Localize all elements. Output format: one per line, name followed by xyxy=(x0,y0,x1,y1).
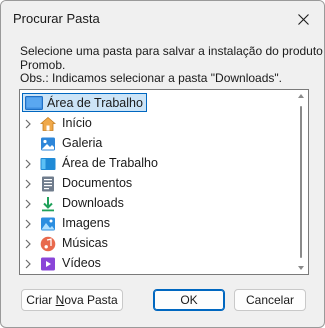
tree-item-label: Início xyxy=(62,116,92,130)
tree-item-videos[interactable]: Vídeos xyxy=(20,254,292,274)
scroll-down-arrow-icon[interactable] xyxy=(298,266,304,270)
chevron-right-icon[interactable] xyxy=(24,179,32,189)
scroll-up-arrow-icon[interactable] xyxy=(298,94,304,98)
new-folder-button-label: Criar Nova Pasta xyxy=(26,293,118,307)
tree-item-label: Área de Trabalho xyxy=(47,95,143,110)
desktop-icon xyxy=(40,158,56,170)
tree-scrollbar[interactable] xyxy=(294,90,308,274)
home-icon xyxy=(40,116,56,131)
description-line: Obs.: Indicamos selecionar a pasta "Down… xyxy=(20,71,282,85)
tree-item-label: Área de Trabalho xyxy=(62,156,158,170)
videos-icon xyxy=(41,257,55,271)
scroll-thumb[interactable] xyxy=(300,106,302,258)
ok-button[interactable]: OK xyxy=(153,289,225,311)
chevron-right-icon[interactable] xyxy=(24,239,32,249)
tree-item-inicio[interactable]: Início xyxy=(20,114,292,134)
desktop-icon xyxy=(25,95,43,110)
dialog-title: Procurar Pasta xyxy=(13,11,100,26)
tree-item-label: Imagens xyxy=(62,216,110,230)
chevron-right-icon[interactable] xyxy=(24,159,32,169)
tree-item-label: Documentos xyxy=(62,176,133,190)
chevron-right-icon[interactable] xyxy=(24,199,32,209)
mnemonic-letter: N xyxy=(55,293,65,307)
pictures-icon xyxy=(41,217,55,231)
chevron-right-icon[interactable] xyxy=(24,119,32,129)
tree-item-label: Galeria xyxy=(62,136,103,150)
folder-tree[interactable]: Área de Trabalho Início Galeria Área de … xyxy=(19,89,309,275)
cancel-button[interactable]: Cancelar xyxy=(234,289,306,311)
tree-item-area-de-trabalho[interactable]: Área de Trabalho xyxy=(20,154,292,174)
new-folder-button[interactable]: Criar Nova Pasta xyxy=(21,289,123,311)
chevron-right-icon[interactable] xyxy=(24,259,32,269)
music-icon xyxy=(40,236,56,252)
tree-item-root-desktop[interactable]: Área de Trabalho xyxy=(22,93,147,112)
chevron-right-icon[interactable] xyxy=(24,219,32,229)
close-icon xyxy=(297,13,309,25)
gallery-icon xyxy=(41,137,55,151)
tree-item-imagens[interactable]: Imagens xyxy=(20,214,292,234)
tree-item-label: Músicas xyxy=(62,236,108,250)
tree-item-downloads[interactable]: Downloads xyxy=(20,194,292,214)
tree-item-label: Downloads xyxy=(62,196,124,210)
documents-icon xyxy=(42,176,54,192)
dialog-description: Selecione uma pasta para salvar a instal… xyxy=(20,44,323,86)
tree-item-documentos[interactable]: Documentos xyxy=(20,174,292,194)
downloads-icon xyxy=(42,197,54,212)
tree-item-musicas[interactable]: Músicas xyxy=(20,234,292,254)
tree-item-label: Vídeos xyxy=(62,256,101,270)
title-bar: Procurar Pasta xyxy=(1,1,324,37)
description-line: Selecione uma pasta para salvar a instal… xyxy=(20,44,323,58)
close-button[interactable] xyxy=(288,5,318,33)
description-line: Promob. xyxy=(20,57,66,72)
tree-item-galeria[interactable]: Galeria xyxy=(20,134,292,154)
browse-folder-dialog: Procurar Pasta Selecione uma pasta para … xyxy=(0,0,325,328)
